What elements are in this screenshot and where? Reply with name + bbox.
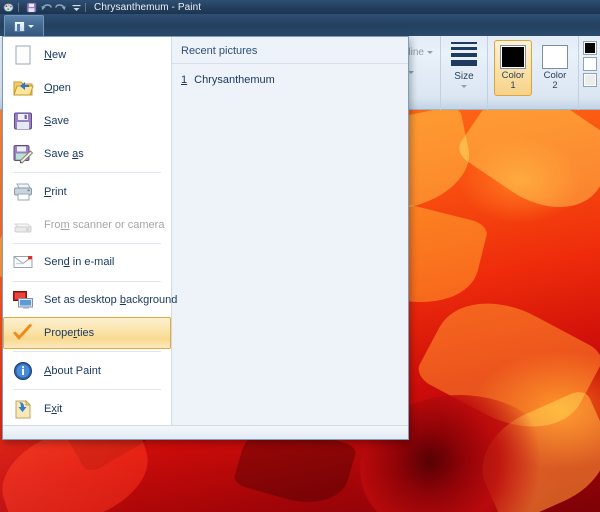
menu-separator (13, 389, 161, 390)
menu-item-save[interactable]: Save (3, 105, 171, 138)
menu-separator (13, 172, 161, 173)
properties-check-icon (11, 321, 35, 345)
open-folder-icon (11, 76, 35, 100)
undo-icon[interactable] (40, 1, 52, 13)
menu-item-properties[interactable]: Properties (3, 317, 171, 350)
save-icon[interactable] (25, 1, 37, 13)
menu-item-label: Save (44, 115, 69, 127)
file-document-icon (14, 21, 25, 32)
scanner-icon (11, 213, 35, 237)
menu-item-label: Open (44, 82, 71, 94)
size-button[interactable]: Size (441, 36, 488, 110)
color-1-button[interactable]: Color 1 (494, 40, 532, 96)
menu-item-print[interactable]: Print (3, 175, 171, 208)
menu-item-send-in-email[interactable]: Send in e-mail (3, 246, 171, 279)
palette-swatch[interactable] (583, 73, 597, 87)
menu-item-label: Send in e-mail (44, 256, 114, 268)
printer-icon (11, 180, 35, 204)
color-2-swatch (542, 45, 568, 69)
size-dropdown-icon[interactable] (461, 85, 467, 88)
paint-app-icon[interactable] (3, 1, 15, 13)
recent-pictures-list: 1 Chrysanthemum (172, 64, 408, 89)
outline-dropdown-icon[interactable] (427, 51, 433, 54)
colors-group: Color 1 Color 2 (488, 36, 579, 110)
menu-item-from-scanner-or-camera: From scanner or camera (3, 208, 171, 241)
color-palette[interactable] (579, 36, 600, 87)
menu-item-label: Exit (44, 403, 62, 415)
new-document-icon (11, 43, 35, 67)
redo-icon[interactable] (55, 1, 67, 13)
menu-item-save-as[interactable]: Save as (3, 138, 171, 171)
menu-item-label: Save as (44, 148, 84, 160)
save-floppy-icon (11, 109, 35, 133)
menu-item-label: New (44, 49, 66, 61)
recent-item-number: 1 (181, 74, 187, 86)
menu-item-label: Set as desktop background (44, 294, 177, 306)
customize-quick-access-icon[interactable] (70, 1, 82, 13)
recent-picture-item[interactable]: 1 Chrysanthemum (172, 71, 408, 89)
color-2-button[interactable]: Color 2 (536, 40, 574, 96)
ribbon-tabstrip (0, 14, 600, 36)
title-bar[interactable]: Chrysanthemum - Paint (0, 0, 600, 14)
recent-pictures-panel: Recent pictures 1 Chrysanthemum (172, 37, 408, 425)
recent-item-name: Chrysanthemum (194, 74, 275, 86)
color-2-index: 2 (552, 80, 557, 91)
menu-item-new[interactable]: New (3, 39, 171, 72)
menu-separator (13, 281, 161, 282)
about-info-icon (11, 359, 35, 383)
recent-pictures-title: Recent pictures (172, 37, 408, 64)
menu-separator (13, 243, 161, 244)
size-lines-icon (451, 42, 477, 66)
toolbar-separator (18, 3, 19, 12)
exit-icon (11, 397, 35, 421)
chevron-down-icon (28, 25, 34, 28)
menu-item-about-paint[interactable]: About Paint (3, 354, 171, 387)
file-tab-button[interactable] (4, 15, 44, 36)
menu-item-label: About Paint (44, 365, 101, 377)
email-envelope-icon (11, 250, 35, 274)
color-1-swatch (500, 45, 526, 69)
menu-item-label: Print (44, 186, 67, 198)
palette-swatch[interactable] (583, 41, 597, 55)
file-menu-items: New Open (3, 37, 172, 425)
menu-item-label: From scanner or camera (44, 219, 164, 231)
menu-item-open[interactable]: Open (3, 72, 171, 105)
file-menu-footer (3, 425, 408, 439)
menu-item-label: Properties (44, 327, 94, 339)
desktop-background-icon (11, 288, 35, 312)
file-menu-popup: New Open (2, 36, 409, 440)
menu-separator (13, 351, 161, 352)
menu-item-exit[interactable]: Exit (3, 392, 171, 425)
menu-item-set-as-desktop-background[interactable]: Set as desktop background (3, 284, 171, 317)
palette-swatch[interactable] (583, 57, 597, 71)
save-as-icon (11, 142, 35, 166)
window-title: Chrysanthemum - Paint (94, 2, 201, 13)
toolbar-separator (85, 3, 86, 12)
color-1-index: 1 (510, 80, 515, 91)
size-label: Size (454, 71, 473, 82)
paint-window: Outline Fill (0, 0, 600, 512)
